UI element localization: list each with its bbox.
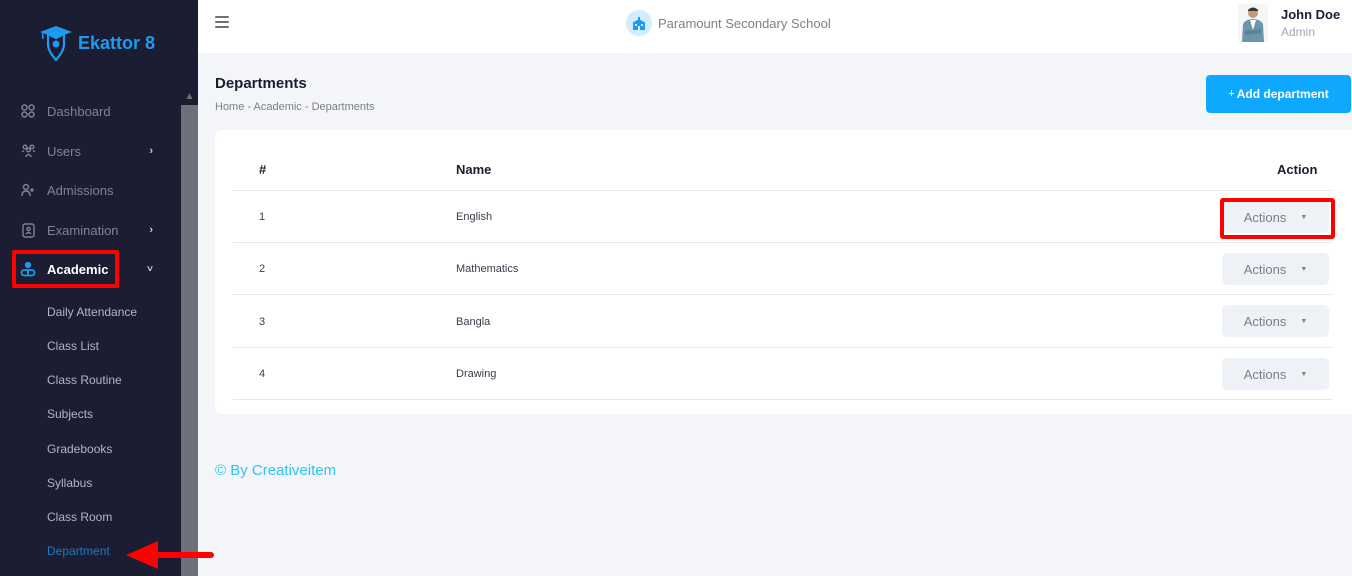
actions-highlight-annotation <box>1220 198 1335 239</box>
sidebar-item-users[interactable]: Users › <box>20 139 165 163</box>
table-cell-index: 3 <box>259 316 266 328</box>
actions-dropdown-button[interactable]: Actions ▼ <box>1222 358 1329 390</box>
table-cell-index: 4 <box>259 368 266 380</box>
actions-label: Actions <box>1243 313 1287 329</box>
chevron-right-icon: › <box>149 224 153 236</box>
sidebar-subitem-class-list[interactable]: Class List <box>47 339 99 353</box>
sidebar: Ekattor 8 Dashboard Users › Admissions E… <box>0 0 181 576</box>
academic-highlight-annotation <box>12 250 119 288</box>
plus-icon: + <box>1228 88 1235 100</box>
caret-down-icon: ▼ <box>1300 370 1308 378</box>
user-plus-icon <box>20 182 36 198</box>
school-name: Paramount Secondary School <box>658 15 831 31</box>
chevron-down-icon: ˅ <box>147 263 153 275</box>
logo-text: Ekattor 8 <box>78 32 156 53</box>
sidebar-subitem-gradebooks[interactable]: Gradebooks <box>47 442 112 456</box>
column-header-name: Name <box>456 162 492 177</box>
actions-dropdown-button[interactable]: Actions ▼ <box>1222 305 1329 337</box>
topbar: Paramount Secondary School John Doe Admi… <box>198 0 1352 53</box>
column-header-index: # <box>259 162 267 177</box>
table-cell-index: 1 <box>259 211 266 223</box>
page-title: Departments <box>215 75 307 92</box>
table-cell-name: Mathematics <box>456 263 519 275</box>
caret-down-icon: ▼ <box>1300 317 1308 325</box>
user-menu[interactable]: John Doe Admin <box>1238 4 1340 42</box>
sidebar-subitem-department[interactable]: Department <box>47 544 110 558</box>
table-divider <box>233 242 1333 243</box>
hamburger-menu-icon[interactable] <box>215 16 229 28</box>
table-cell-index: 2 <box>259 263 266 275</box>
school-selector[interactable]: Paramount Secondary School <box>626 10 831 36</box>
breadcrumb: Home - Academic - Departments <box>215 101 375 113</box>
sidebar-item-label: Examination <box>47 222 119 238</box>
table-divider <box>233 347 1333 348</box>
footer-credit[interactable]: © By Creativeitem <box>215 462 336 479</box>
table-divider <box>233 190 1333 191</box>
sidebar-subitem-class-routine[interactable]: Class Routine <box>47 373 122 387</box>
sidebar-item-label: Users <box>47 143 81 159</box>
scrollbar-thumb[interactable] <box>181 105 198 576</box>
chevron-right-icon: › <box>149 145 153 157</box>
avatar <box>1238 4 1268 42</box>
departments-table-card <box>215 130 1352 414</box>
add-department-button[interactable]: + Add department <box>1206 75 1351 113</box>
exam-icon <box>20 222 36 238</box>
sidebar-scrollbar[interactable]: ▲ <box>181 0 198 576</box>
sidebar-subitem-subjects[interactable]: Subjects <box>47 407 93 421</box>
sidebar-subitem-syllabus[interactable]: Syllabus <box>47 476 92 490</box>
table-divider <box>233 294 1333 295</box>
sidebar-item-label: Admissions <box>47 182 114 198</box>
school-icon <box>626 10 652 36</box>
sidebar-item-admissions[interactable]: Admissions <box>20 178 165 202</box>
actions-label: Actions <box>1243 366 1287 382</box>
sidebar-item-dashboard[interactable]: Dashboard <box>20 99 165 123</box>
arrow-annotation-icon <box>126 541 214 569</box>
actions-dropdown-button[interactable]: Actions ▼ <box>1222 253 1329 285</box>
sidebar-subitem-class-room[interactable]: Class Room <box>47 510 112 524</box>
caret-down-icon: ▼ <box>1300 265 1308 273</box>
table-cell-name: Bangla <box>456 316 491 328</box>
column-header-action: Action <box>1277 162 1318 177</box>
logo[interactable]: Ekattor 8 <box>38 24 155 62</box>
sidebar-item-label: Dashboard <box>47 103 111 119</box>
user-name: John Doe <box>1281 7 1341 22</box>
users-icon <box>20 143 36 159</box>
table-cell-name: Drawing <box>456 368 497 380</box>
actions-label: Actions <box>1243 261 1287 277</box>
sidebar-item-examination[interactable]: Examination › <box>20 218 165 242</box>
table-cell-name: English <box>456 211 493 223</box>
dashboard-icon <box>20 103 36 119</box>
add-department-label: Add department <box>1236 87 1329 101</box>
graduation-pin-icon <box>40 26 72 62</box>
user-role: Admin <box>1281 25 1316 39</box>
table-divider <box>233 399 1333 400</box>
sidebar-subitem-daily-attendance[interactable]: Daily Attendance <box>47 305 137 319</box>
scroll-up-icon[interactable]: ▲ <box>181 88 198 105</box>
